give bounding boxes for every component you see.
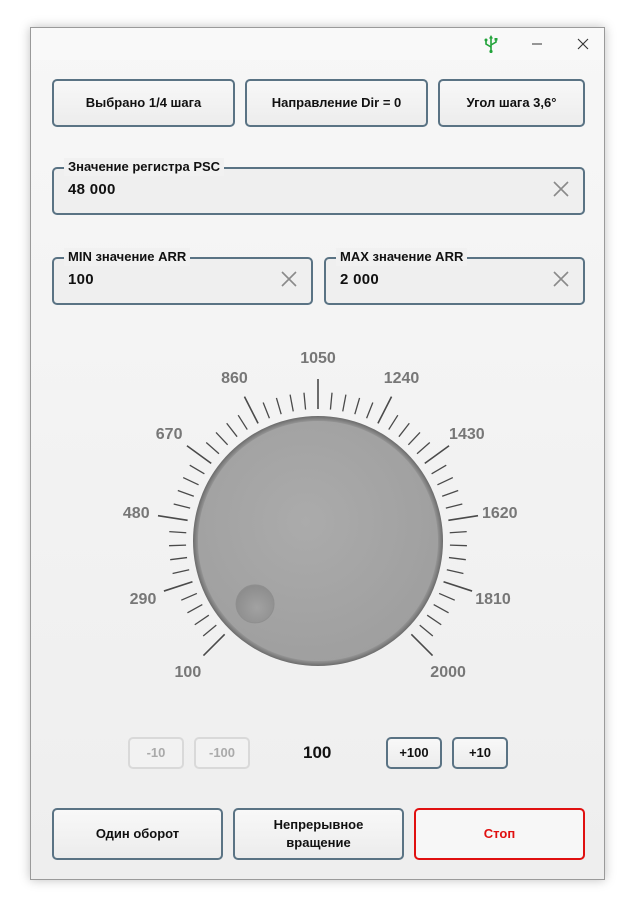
dial-minor-tick [441, 489, 459, 497]
dial-minor-tick [438, 592, 456, 601]
dial-scale-label: 100 [175, 664, 202, 681]
dial-minor-tick [407, 431, 421, 446]
dial-minor-tick [426, 614, 442, 626]
dial-major-tick [202, 633, 226, 657]
dial-minor-tick [237, 414, 248, 430]
dial-major-tick [163, 581, 193, 592]
dial-minor-tick [446, 569, 464, 575]
dial-scale-label: 1240 [384, 370, 420, 387]
dial-scale-label: 670 [156, 426, 183, 443]
dial-minor-tick [303, 392, 307, 410]
dial-scale-label: 480 [123, 505, 150, 522]
dial-minor-tick [416, 441, 431, 455]
dial-minor-tick [445, 503, 463, 509]
dial-minor-tick [215, 431, 229, 446]
dial-scale-label: 1620 [482, 505, 518, 522]
dial-major-tick [186, 445, 212, 465]
dial-minor-tick [419, 624, 434, 637]
dial-knob-indicator[interactable] [235, 584, 275, 624]
dial-minor-tick [431, 464, 447, 475]
dial-minor-tick [437, 476, 454, 486]
dial-minor-tick [289, 394, 294, 412]
dial-scale-label: 290 [130, 591, 157, 608]
dial-minor-tick [182, 476, 199, 486]
dial-minor-tick [194, 614, 210, 626]
dial-scale-label: 1430 [449, 426, 485, 443]
dial-major-tick [443, 581, 473, 592]
dial-minor-tick [202, 624, 217, 637]
dial-minor-tick [262, 402, 271, 419]
dial-major-tick [157, 514, 188, 522]
dial-scale-label: 2000 [430, 664, 466, 681]
dial-minor-tick [448, 556, 466, 561]
rotary-dial[interactable]: 100 290 480 670 860 1050 1240 1430 1620 1810 2000 [0, 0, 637, 909]
dial-minor-tick [433, 604, 449, 614]
dial-minor-tick [365, 402, 374, 419]
dial-minor-tick [329, 392, 333, 410]
dial-minor-tick [180, 592, 198, 601]
dial-minor-tick [449, 530, 467, 534]
dial-minor-tick [354, 397, 361, 415]
dial-minor-tick [275, 397, 282, 415]
dial-minor-tick [388, 414, 399, 430]
dial-minor-tick [187, 604, 203, 614]
dial-major-tick [377, 396, 393, 424]
dial-major-tick [424, 445, 450, 465]
dial-scale-label: 1810 [475, 591, 511, 608]
dial-scale-label: 1050 [300, 350, 336, 367]
dial-minor-tick [342, 394, 347, 412]
dial-minor-tick [169, 544, 187, 547]
dial-minor-tick [177, 489, 195, 497]
dial-minor-tick [226, 422, 238, 438]
dial-minor-tick [449, 544, 467, 547]
dial-minor-tick [189, 464, 205, 475]
dial-minor-tick [173, 503, 191, 509]
dial-scale-label: 860 [221, 370, 248, 387]
dial-minor-tick [169, 530, 187, 534]
dial-minor-tick [172, 569, 190, 575]
dial-minor-tick [170, 556, 188, 561]
dial-knob[interactable] [198, 421, 438, 661]
dial-major-tick [410, 633, 434, 657]
dial-major-tick [448, 514, 479, 522]
dial-minor-tick [398, 422, 410, 438]
dial-major-tick [243, 396, 259, 424]
dial-minor-tick [205, 441, 220, 455]
